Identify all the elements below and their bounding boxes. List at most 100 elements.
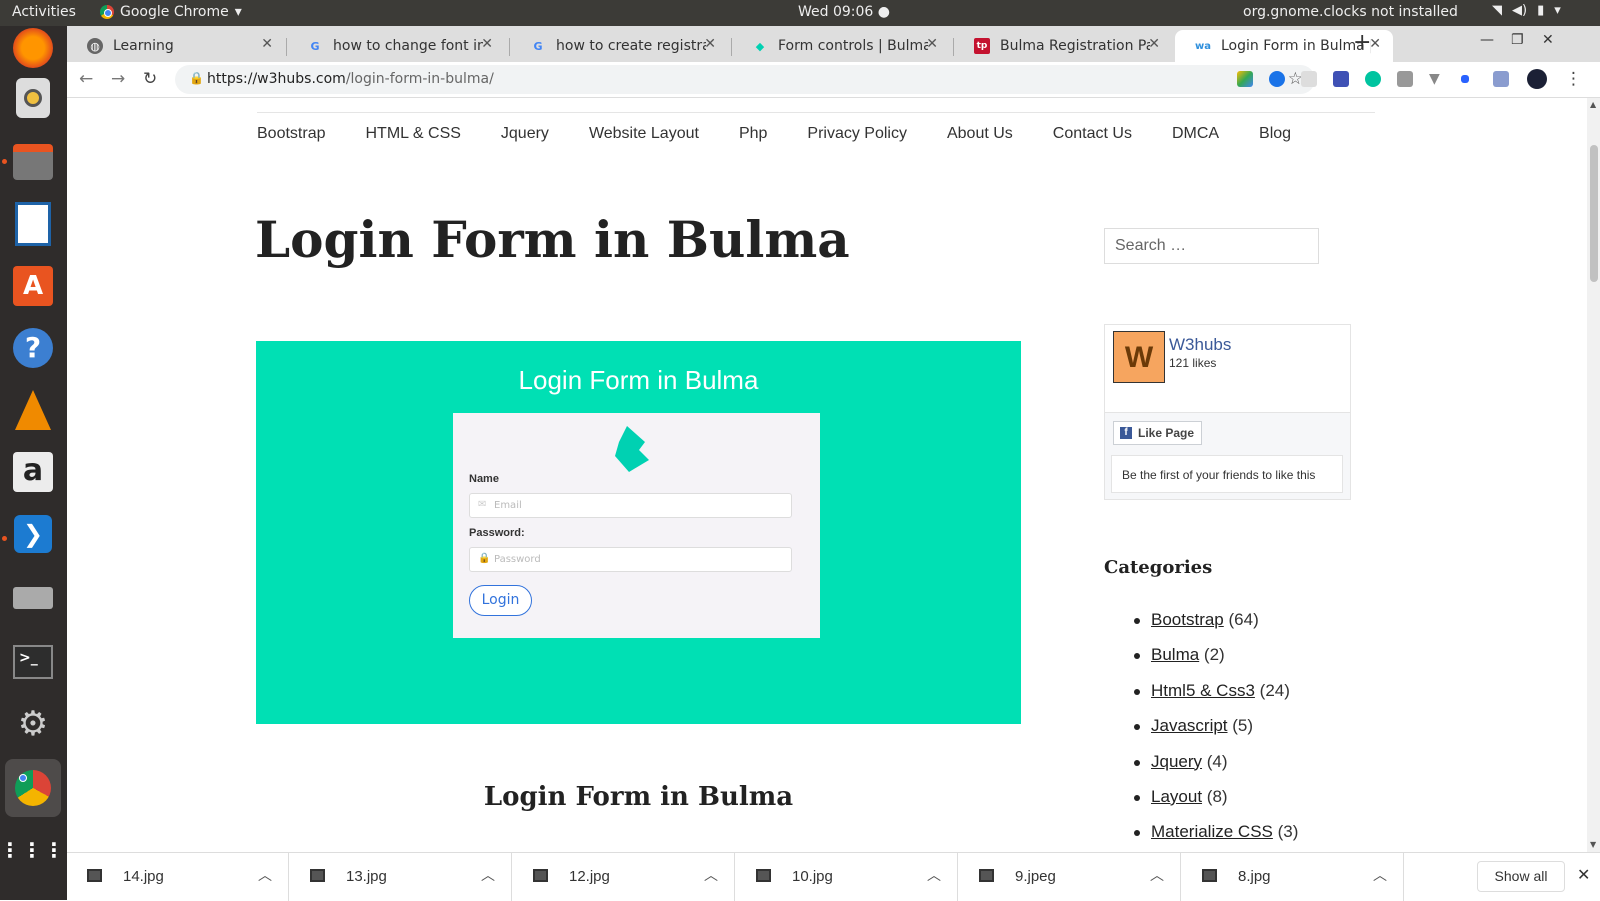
activities-button[interactable]: Activities bbox=[12, 4, 76, 20]
email-placeholder: Email bbox=[494, 500, 522, 511]
vscode-icon[interactable]: ❯ bbox=[9, 510, 57, 558]
nav-item-privacy-policy[interactable]: Privacy Policy bbox=[807, 125, 907, 143]
forward-icon[interactable]: → bbox=[111, 69, 125, 89]
list-item: Html5 & Css3 (24) bbox=[1133, 681, 1298, 716]
chevron-up-icon[interactable]: ︿ bbox=[704, 865, 718, 885]
drive-extension-icon[interactable] bbox=[1237, 71, 1253, 87]
restore-icon[interactable]: ❐ bbox=[1511, 32, 1524, 48]
tab-google-registration[interactable]: G how to create registrat ✕ bbox=[510, 30, 728, 62]
battery-icon: ▮ bbox=[1537, 3, 1545, 18]
bulma-logo-icon bbox=[615, 426, 649, 472]
nav-item-website-layout[interactable]: Website Layout bbox=[589, 125, 699, 143]
terminal-icon[interactable]: >_ bbox=[9, 638, 57, 686]
nav-item-html-css[interactable]: HTML & CSS bbox=[365, 125, 460, 143]
tab-bulma-form-controls[interactable]: ◆ Form controls | Bulma: ✕ bbox=[732, 30, 950, 62]
nav-item-php[interactable]: Php bbox=[739, 125, 767, 143]
writer-icon[interactable] bbox=[9, 200, 57, 248]
category-link[interactable]: Materialize CSS bbox=[1151, 822, 1273, 841]
search-extension-icon[interactable] bbox=[1269, 71, 1285, 87]
tab-title: Learning bbox=[113, 38, 174, 54]
show-all-button[interactable]: Show all bbox=[1477, 861, 1565, 892]
chevron-up-icon[interactable]: ︿ bbox=[481, 865, 495, 885]
download-item[interactable]: 10.jpg ︿ bbox=[736, 853, 958, 901]
nav-item-about-us[interactable]: About Us bbox=[947, 125, 1013, 143]
scrollbar-thumb[interactable] bbox=[1590, 145, 1598, 282]
download-extension-icon[interactable] bbox=[1333, 71, 1349, 87]
back-icon[interactable]: ← bbox=[79, 69, 93, 89]
like-page-button[interactable]: f Like Page bbox=[1113, 421, 1202, 445]
download-filename: 9.jpeg bbox=[1015, 868, 1056, 885]
show-apps-icon[interactable]: ⋮⋮⋮ bbox=[0, 826, 64, 874]
help-icon[interactable]: ? bbox=[9, 324, 57, 372]
download-item[interactable]: 13.jpg ︿ bbox=[290, 853, 512, 901]
download-item[interactable]: 9.jpeg ︿ bbox=[959, 853, 1181, 901]
amazon-icon[interactable]: a bbox=[9, 448, 57, 496]
blue-extension-icon[interactable] bbox=[1461, 75, 1469, 83]
tab-title: Bulma Registration Pag bbox=[1000, 38, 1150, 54]
category-count: (8) bbox=[1206, 786, 1228, 806]
chevron-up-icon[interactable]: ︿ bbox=[1373, 865, 1387, 885]
close-icon[interactable]: ✕ bbox=[704, 36, 716, 52]
firefox-icon[interactable] bbox=[13, 28, 53, 68]
download-item[interactable]: 12.jpg ︿ bbox=[513, 853, 735, 901]
gnome-top-bar: Activities Google Chrome ▾ Wed 09:06 ● o… bbox=[0, 0, 1600, 26]
nav-item-contact-us[interactable]: Contact Us bbox=[1053, 125, 1132, 143]
scroll-down-icon[interactable]: ▼ bbox=[1590, 840, 1596, 849]
m-extension-icon[interactable] bbox=[1365, 71, 1381, 87]
scroll-up-icon[interactable]: ▲ bbox=[1590, 100, 1596, 109]
profile-avatar[interactable] bbox=[1527, 69, 1547, 89]
featured-image-title: Login Form in Bulma bbox=[518, 365, 759, 395]
v-extension-icon[interactable]: ▼ bbox=[1429, 71, 1445, 87]
rhythmbox-icon[interactable] bbox=[9, 74, 57, 122]
download-item[interactable]: 8.jpg ︿ bbox=[1182, 853, 1404, 901]
close-window-icon[interactable]: ✕ bbox=[1542, 32, 1554, 48]
fb-page-name[interactable]: W3hubs bbox=[1169, 335, 1231, 355]
nav-item-blog[interactable]: Blog bbox=[1259, 125, 1291, 143]
category-link[interactable]: Javascript bbox=[1151, 716, 1228, 735]
app-menu[interactable]: Google Chrome ▾ bbox=[100, 4, 242, 20]
nav-item-bootstrap[interactable]: Bootstrap bbox=[257, 125, 325, 143]
image-extension-icon[interactable] bbox=[1397, 71, 1413, 87]
system-tray[interactable]: ◥ ◀) ▮ ▾ bbox=[1492, 3, 1561, 18]
lock-icon: 🔒 bbox=[189, 71, 204, 85]
software-center-icon[interactable]: A bbox=[9, 262, 57, 310]
download-item[interactable]: 14.jpg ︿ bbox=[67, 853, 289, 901]
book-extension-icon[interactable] bbox=[1493, 71, 1509, 87]
list-item: Bootstrap (64) bbox=[1133, 610, 1298, 645]
close-icon[interactable]: ✕ bbox=[926, 36, 938, 52]
chrome-dock-icon[interactable] bbox=[5, 759, 61, 817]
files-icon[interactable] bbox=[9, 138, 57, 186]
minimize-icon[interactable]: — bbox=[1480, 32, 1494, 48]
w3hubs-logo[interactable]: W bbox=[1113, 331, 1165, 383]
category-link[interactable]: Jquery bbox=[1151, 752, 1202, 771]
close-icon[interactable]: ✕ bbox=[481, 36, 493, 52]
close-icon[interactable]: ✕ bbox=[1148, 36, 1160, 52]
chevron-up-icon[interactable]: ︿ bbox=[1150, 865, 1164, 885]
tab-google-font[interactable]: G how to change font in b ✕ bbox=[287, 30, 505, 62]
image-file-icon bbox=[87, 869, 102, 882]
vlc-icon[interactable] bbox=[9, 386, 57, 434]
category-link[interactable]: Bulma bbox=[1151, 645, 1199, 664]
chevron-up-icon[interactable]: ︿ bbox=[258, 865, 272, 885]
page-scrollbar[interactable]: ▲ ▼ bbox=[1587, 98, 1600, 852]
chevron-up-icon[interactable]: ︿ bbox=[927, 865, 941, 885]
disk-utility-icon[interactable] bbox=[9, 574, 57, 622]
tab-bulma-registration[interactable]: tp Bulma Registration Pag ✕ bbox=[954, 30, 1172, 62]
settings-tools-icon[interactable]: ⚙ bbox=[9, 700, 57, 748]
nav-item-jquery[interactable]: Jquery bbox=[501, 125, 549, 143]
category-link[interactable]: Bootstrap bbox=[1151, 610, 1224, 629]
clock[interactable]: Wed 09:06 ● bbox=[798, 4, 890, 20]
new-tab-button[interactable]: + bbox=[1353, 30, 1371, 55]
tab-learning[interactable]: ◍ Learning ✕ bbox=[67, 30, 285, 62]
reload-icon[interactable]: ↻ bbox=[143, 69, 157, 89]
close-icon[interactable]: ✕ bbox=[261, 36, 273, 52]
search-input[interactable]: Search … bbox=[1104, 228, 1319, 264]
nav-item-dmca[interactable]: DMCA bbox=[1172, 125, 1219, 143]
category-link[interactable]: Layout bbox=[1151, 787, 1202, 806]
category-link[interactable]: Html5 & Css3 bbox=[1151, 681, 1255, 700]
close-icon[interactable]: ✕ bbox=[1577, 865, 1590, 884]
menu-kebab-icon[interactable]: ⋮ bbox=[1565, 69, 1582, 89]
grid-extension-icon[interactable] bbox=[1301, 71, 1317, 87]
address-bar[interactable]: 🔒 https://w3hubs.com/login-form-in-bulma… bbox=[175, 65, 1315, 94]
post-title: Login Form in Bulma bbox=[255, 210, 850, 269]
